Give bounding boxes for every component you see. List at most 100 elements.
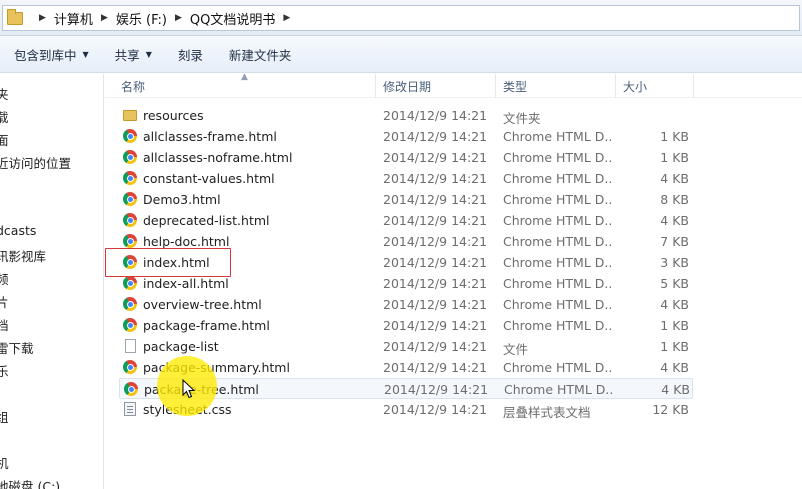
file-name: Demo3.html: [143, 192, 221, 207]
chevron-right-icon[interactable]: ▶: [175, 13, 182, 23]
file-row[interactable]: Demo3.html 2014/12/9 14:21 Chrome HTML D…: [119, 189, 693, 210]
chevron-right-icon[interactable]: ▶: [39, 13, 46, 23]
file-size: 7 KB: [660, 234, 689, 249]
column-header-name[interactable]: 名称: [121, 78, 145, 95]
file-size: 5 KB: [660, 276, 689, 291]
file-row[interactable]: allclasses-noframe.html 2014/12/9 14:21 …: [119, 147, 693, 168]
chrome-icon: [123, 360, 137, 374]
dropdown-arrow-icon: ▼: [145, 50, 152, 59]
nav-item[interactable]: 机: [0, 453, 9, 472]
nav-item[interactable]: 载: [0, 107, 9, 126]
file-date: 2014/12/9 14:21: [383, 129, 488, 144]
file-date: 2014/12/9 14:21: [383, 276, 488, 291]
file-row[interactable]: package-list 2014/12/9 14:21 文件 1 KB: [119, 336, 693, 357]
stylesheet-icon: [124, 402, 136, 416]
nav-item[interactable]: 乐: [0, 361, 9, 380]
address-field[interactable]: ▶ 计算机 ▶ 娱乐 (F:) ▶ QQ文档说明书 ▶: [2, 5, 800, 31]
file-size: 1 KB: [660, 129, 689, 144]
chrome-icon: [124, 382, 138, 396]
share-button[interactable]: 共享 ▼: [115, 45, 152, 64]
chrome-icon: [123, 150, 137, 164]
chrome-icon: [123, 171, 137, 185]
file-name: index-all.html: [143, 276, 229, 291]
chevron-right-icon[interactable]: ▶: [283, 13, 290, 23]
burn-button[interactable]: 刻录: [178, 45, 203, 64]
file-type: Chrome HTML D...: [503, 171, 611, 186]
file-row[interactable]: overview-tree.html 2014/12/9 14:21 Chrom…: [119, 294, 693, 315]
nav-item[interactable]: 地磁盘 (C:): [0, 476, 60, 489]
nav-item[interactable]: 面: [0, 130, 9, 149]
mouse-cursor-icon: [182, 379, 196, 399]
file-type: Chrome HTML D...: [503, 150, 611, 165]
column-header-date[interactable]: 修改日期: [383, 78, 431, 95]
nav-item[interactable]: 组: [0, 407, 9, 426]
file-size: 1 KB: [660, 150, 689, 165]
chrome-icon: [123, 234, 137, 248]
file-date: 2014/12/9 14:21: [383, 318, 488, 333]
file-type: Chrome HTML D...: [503, 213, 611, 228]
file-name: allclasses-noframe.html: [143, 150, 293, 165]
chrome-icon: [123, 213, 137, 227]
nav-item[interactable]: 讯影视库: [0, 246, 46, 265]
nav-item[interactable]: 近访问的位置: [0, 153, 71, 172]
file-type: Chrome HTML D...: [503, 129, 611, 144]
column-divider[interactable]: [495, 74, 496, 98]
nav-item[interactable]: 档: [0, 315, 9, 334]
column-header-type[interactable]: 类型: [503, 78, 527, 95]
column-divider[interactable]: [693, 74, 694, 98]
nav-item[interactable]: 夹: [0, 84, 9, 103]
file-date: 2014/12/9 14:21: [383, 150, 488, 165]
file-type: Chrome HTML D...: [503, 318, 611, 333]
file-name: package-list: [143, 339, 219, 354]
breadcrumb-computer[interactable]: 计算机: [54, 9, 93, 28]
file-type: Chrome HTML D...: [503, 276, 611, 291]
navigation-pane: 夹 载 面 近访问的位置 dcasts 讯影视库 频 片 档 雷下载 乐 组 机…: [0, 74, 104, 489]
annotation-highlight-box: [105, 248, 231, 277]
chrome-icon: [123, 192, 137, 206]
nav-item[interactable]: 频: [0, 269, 9, 288]
column-divider[interactable]: [615, 74, 616, 98]
file-size: 4 KB: [660, 360, 689, 375]
file-date: 2014/12/9 14:21: [383, 297, 488, 312]
file-type: 层叠样式表文档: [503, 405, 591, 420]
file-type: Chrome HTML D...: [503, 297, 611, 312]
file-name: help-doc.html: [143, 234, 230, 249]
column-divider[interactable]: [375, 74, 376, 98]
file-name: constant-values.html: [143, 171, 275, 186]
file-row[interactable]: allclasses-frame.html 2014/12/9 14:21 Ch…: [119, 126, 693, 147]
file-date: 2014/12/9 14:21: [384, 382, 489, 397]
file-date: 2014/12/9 14:21: [383, 213, 488, 228]
file-row[interactable]: deprecated-list.html 2014/12/9 14:21 Chr…: [119, 210, 693, 231]
file-size: 4 KB: [661, 382, 690, 397]
chrome-icon: [123, 318, 137, 332]
file-row[interactable]: package-frame.html 2014/12/9 14:21 Chrom…: [119, 315, 693, 336]
new-folder-button[interactable]: 新建文件夹: [229, 45, 292, 64]
breadcrumb-drive[interactable]: 娱乐 (F:): [116, 9, 167, 28]
file-date: 2014/12/9 14:21: [383, 192, 488, 207]
breadcrumb-folder[interactable]: QQ文档说明书: [190, 9, 275, 28]
nav-item[interactable]: 雷下载: [0, 338, 34, 357]
chevron-right-icon[interactable]: ▶: [101, 13, 108, 23]
file-type: 文件: [503, 342, 529, 357]
column-header-size[interactable]: 大小: [623, 78, 647, 95]
document-icon: [125, 339, 136, 353]
nav-item[interactable]: 片: [0, 292, 9, 311]
chrome-icon: [123, 297, 137, 311]
file-row[interactable]: constant-values.html 2014/12/9 14:21 Chr…: [119, 168, 693, 189]
command-toolbar: 包含到库中 ▼ 共享 ▼ 刻录 新建文件夹: [0, 37, 802, 73]
file-type: Chrome HTML D...: [503, 234, 611, 249]
file-type: 文件夹: [503, 111, 541, 126]
column-header-row: ▲ 名称 修改日期 类型 大小: [105, 74, 802, 98]
file-name: resources: [143, 108, 204, 123]
dropdown-arrow-icon: ▼: [82, 50, 89, 59]
file-size: 1 KB: [660, 318, 689, 333]
include-in-library-button[interactable]: 包含到库中 ▼: [14, 45, 89, 64]
chrome-icon: [123, 276, 137, 290]
file-row[interactable]: resources 2014/12/9 14:21 文件夹: [119, 105, 693, 126]
nav-item[interactable]: dcasts: [0, 223, 36, 238]
file-date: 2014/12/9 14:21: [383, 360, 488, 375]
file-date: 2014/12/9 14:21: [383, 234, 488, 249]
file-type: Chrome HTML D...: [503, 255, 611, 270]
file-size: 3 KB: [660, 255, 689, 270]
file-type: Chrome HTML D...: [503, 360, 611, 375]
